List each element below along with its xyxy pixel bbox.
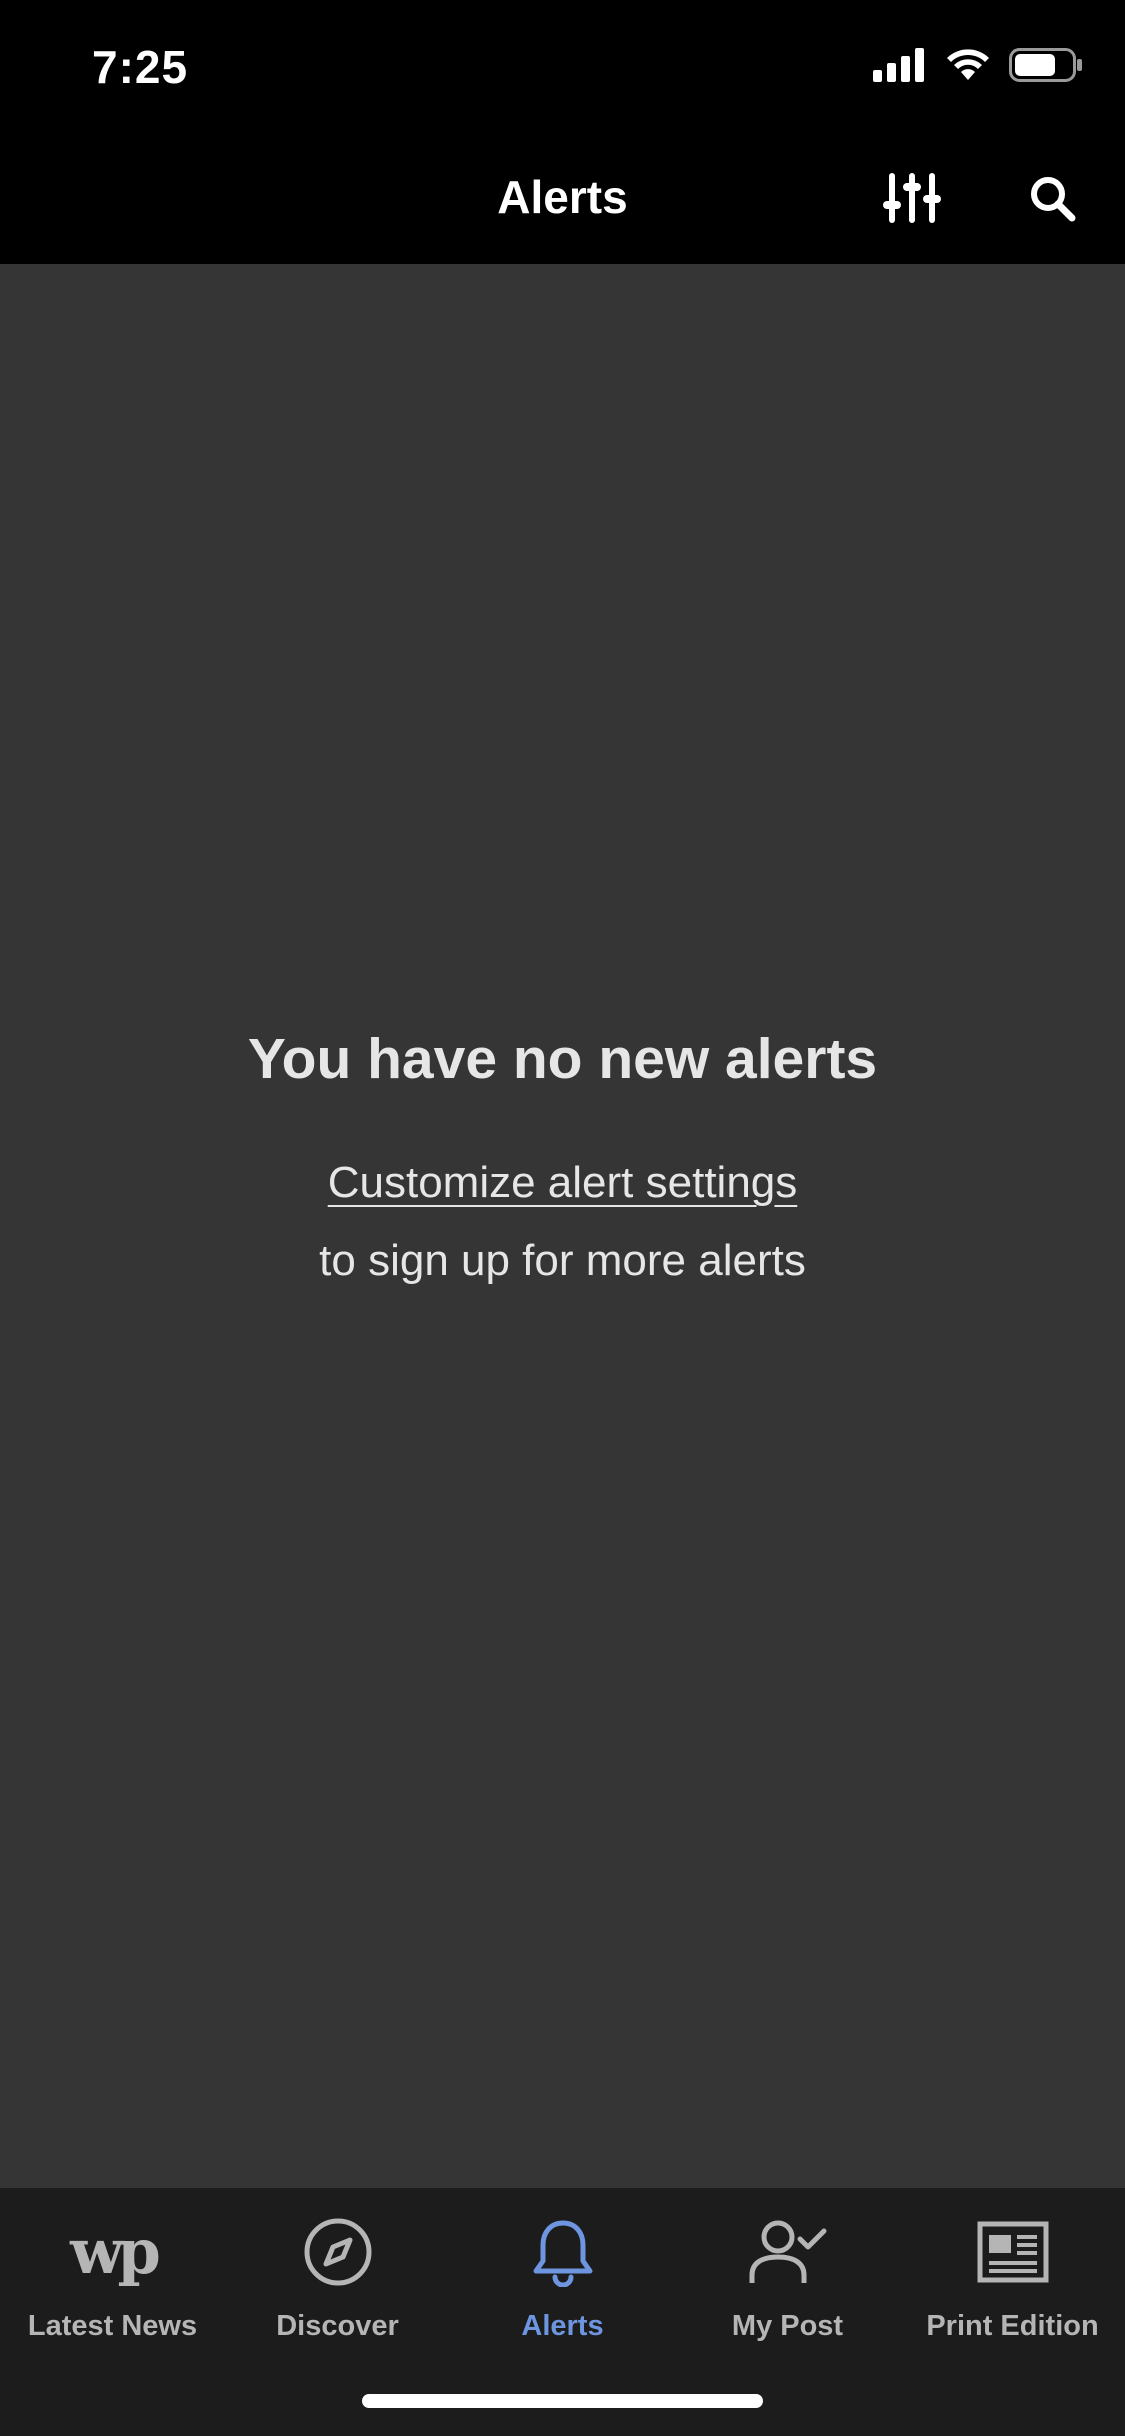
search-button[interactable] [1012, 160, 1092, 240]
nav-item-latest-news[interactable]: wp Latest News [0, 2188, 225, 2358]
nav-label: Discover [276, 2310, 399, 2342]
wifi-icon [945, 48, 991, 87]
status-bar: 7:25 [0, 0, 1125, 132]
customize-alert-settings-link-row: Customize alert settings [0, 1158, 1125, 1208]
signal-icon [873, 48, 927, 87]
header: Alerts [0, 132, 1125, 264]
status-time: 7:25 [92, 41, 189, 93]
nav-item-my-post[interactable]: My Post [675, 2188, 900, 2358]
status-icons [873, 48, 1083, 87]
empty-state-subtitle: to sign up for more alerts [319, 1236, 806, 1285]
alerts-content: You have no new alerts Customize alert s… [0, 264, 1125, 2188]
sliders-icon [882, 171, 942, 230]
home-indicator[interactable] [362, 2394, 763, 2408]
nav-label: Print Edition [926, 2310, 1099, 2342]
nav-item-discover[interactable]: Discover [225, 2188, 450, 2358]
nav-label: Alerts [521, 2310, 604, 2342]
nav-label: Latest News [27, 2310, 198, 2342]
bell-icon [450, 2212, 675, 2292]
customize-alert-settings-link[interactable]: Customize alert settings [328, 1158, 798, 1207]
empty-state-title: You have no new alerts [247, 1027, 878, 1091]
alert-filters-button[interactable] [872, 160, 952, 240]
battery-icon [1009, 48, 1083, 87]
nav-item-alerts[interactable]: Alerts [450, 2188, 675, 2358]
wp-logo-icon: wp [70, 2215, 161, 2288]
page-title: Alerts [497, 171, 628, 223]
compass-icon [225, 2212, 450, 2292]
screen: 7:25 Alerts You have no new alerts Custo… [0, 0, 1125, 2436]
nav-label: My Post [731, 2310, 844, 2342]
nav-item-print-edition[interactable]: Print Edition [900, 2188, 1125, 2358]
newspaper-icon [900, 2212, 1125, 2292]
search-icon [1028, 174, 1076, 227]
person-check-icon [675, 2212, 900, 2292]
